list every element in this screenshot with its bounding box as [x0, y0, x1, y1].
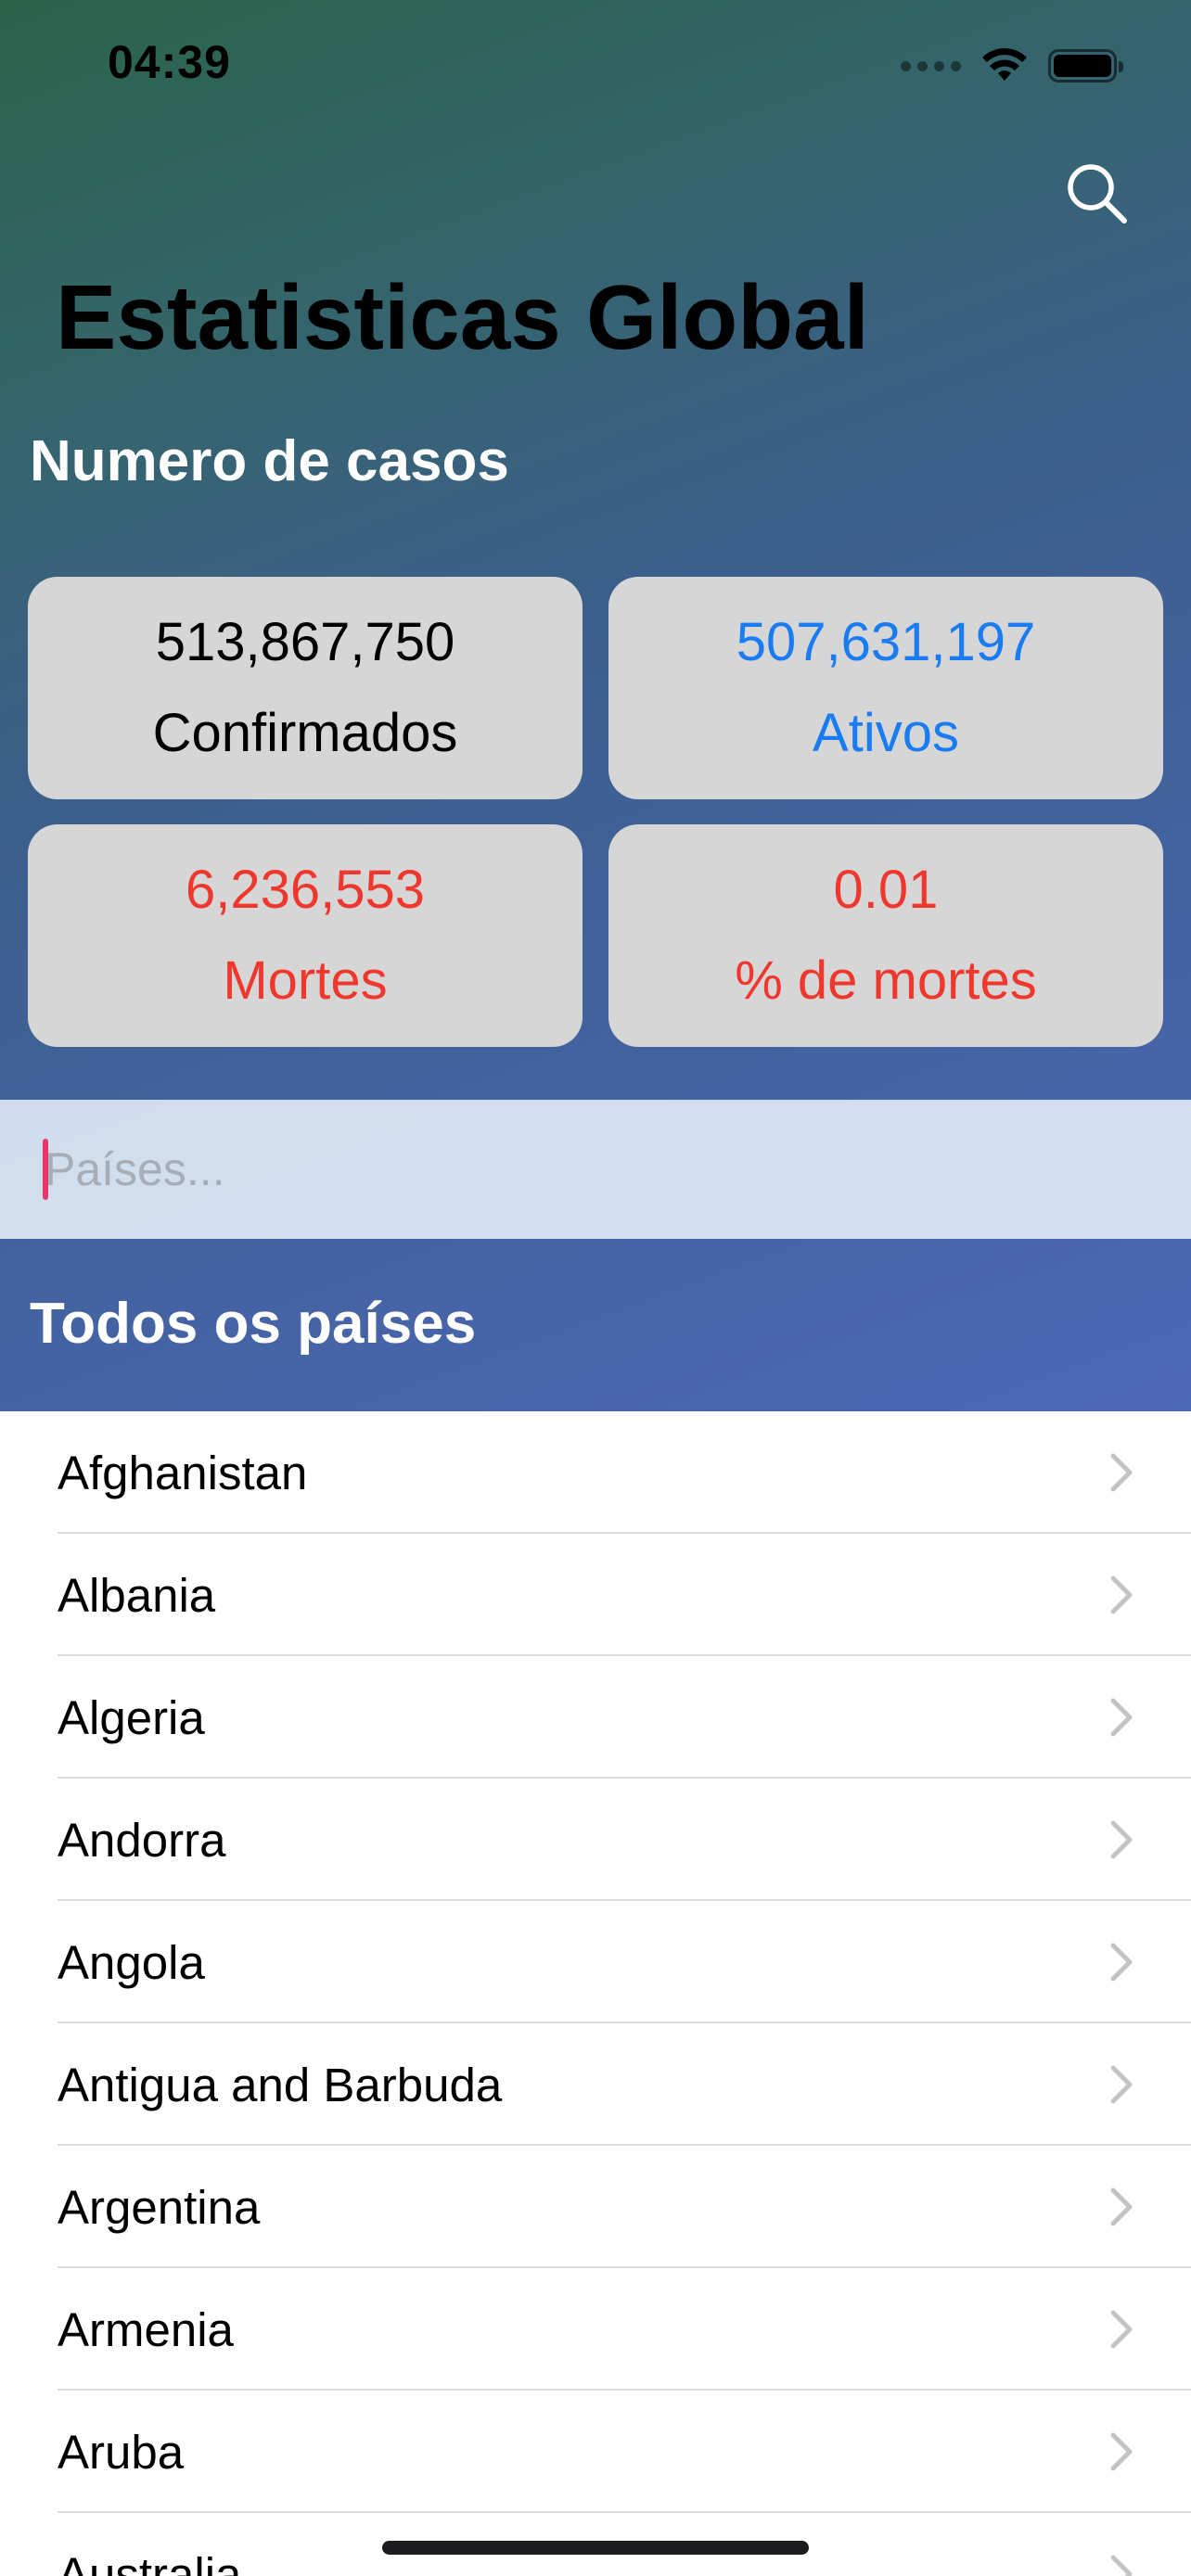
cases-heading: Numero de casos	[30, 429, 509, 493]
app-screen: 04:39 Estatisticas Global Numero de caso…	[0, 0, 1191, 2576]
country-name: Afghanistan	[58, 1446, 308, 1499]
country-name: Algeria	[58, 1690, 205, 1744]
search-icon[interactable]	[1065, 161, 1130, 226]
confirmed-card: 513,867,750 Confirmados	[28, 577, 583, 799]
country-row-armenia[interactable]: Armenia	[0, 2268, 1191, 2391]
chevron-right-icon	[1110, 2065, 1133, 2104]
country-row-aruba[interactable]: Aruba	[0, 2391, 1191, 2513]
chevron-right-icon	[1110, 1453, 1133, 1492]
country-list: Afghanistan Albania Algeria Andorra Ango…	[0, 1411, 1191, 2576]
cellular-signal-icon	[901, 60, 961, 71]
status-icons	[901, 45, 1123, 87]
country-name: Armenia	[58, 2302, 234, 2356]
chevron-right-icon	[1110, 2555, 1133, 2576]
country-row-algeria[interactable]: Algeria	[0, 1656, 1191, 1779]
country-row-argentina[interactable]: Argentina	[0, 2146, 1191, 2268]
country-row-antigua-and-barbuda[interactable]: Antigua and Barbuda	[0, 2023, 1191, 2146]
country-search-input[interactable]	[45, 1137, 1139, 1202]
chevron-right-icon	[1110, 1698, 1133, 1737]
active-value: 507,631,197	[736, 612, 1036, 672]
country-row-andorra[interactable]: Andorra	[0, 1779, 1191, 1901]
country-name: Aruba	[58, 2425, 185, 2479]
country-name: Angola	[58, 1935, 205, 1989]
country-name: Argentina	[58, 2180, 261, 2234]
page-title: Estatisticas Global	[56, 266, 869, 368]
confirmed-value: 513,867,750	[155, 612, 455, 672]
country-row-albania[interactable]: Albania	[0, 1534, 1191, 1656]
countries-heading: Todos os países	[30, 1292, 477, 1356]
country-name: Antigua and Barbuda	[58, 2058, 503, 2111]
chevron-right-icon	[1110, 2310, 1133, 2349]
status-time: 04:39	[108, 36, 231, 88]
wifi-icon	[982, 48, 1027, 81]
chevron-right-icon	[1110, 1575, 1133, 1614]
country-name: Albania	[58, 1568, 216, 1622]
deaths-value: 6,236,553	[185, 860, 426, 920]
deaths-label: Mortes	[223, 950, 388, 1011]
country-row-afghanistan[interactable]: Afghanistan	[0, 1411, 1191, 1534]
deaths-card: 6,236,553 Mortes	[28, 824, 583, 1047]
chevron-right-icon	[1110, 1820, 1133, 1859]
active-label: Ativos	[813, 703, 959, 763]
text-cursor	[43, 1139, 48, 1200]
country-name: Australia	[58, 2547, 242, 2576]
death-rate-value: 0.01	[833, 860, 939, 920]
battery-icon	[1048, 49, 1123, 83]
confirmed-label: Confirmados	[152, 703, 458, 763]
chevron-right-icon	[1110, 2432, 1133, 2471]
home-indicator[interactable]	[382, 2541, 809, 2555]
chevron-right-icon	[1110, 2187, 1133, 2226]
country-row-angola[interactable]: Angola	[0, 1901, 1191, 2023]
country-name: Andorra	[58, 1813, 226, 1867]
chevron-right-icon	[1110, 1943, 1133, 1982]
death-rate-label: % de mortes	[735, 950, 1037, 1011]
death-rate-card: 0.01 % de mortes	[608, 824, 1163, 1047]
active-card: 507,631,197 Ativos	[608, 577, 1163, 799]
